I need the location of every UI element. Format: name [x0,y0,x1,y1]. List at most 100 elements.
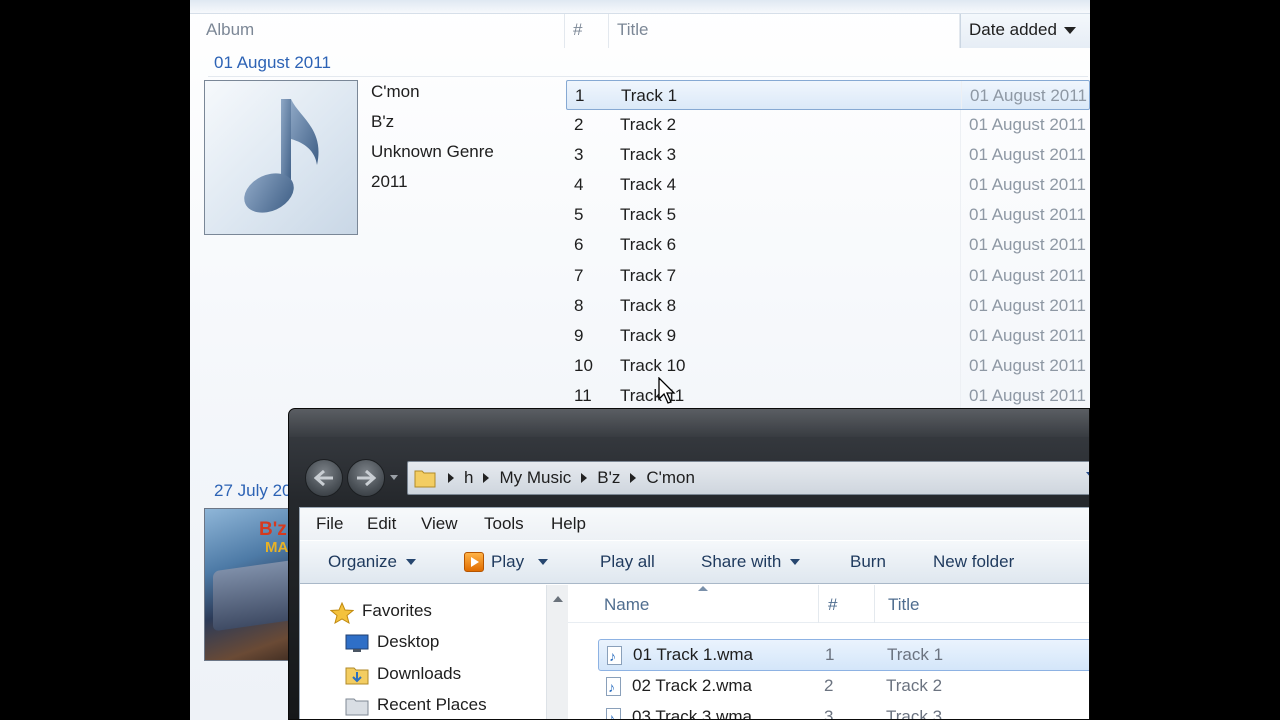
explorer-window: h My Music B'z C'mon File Edit View Tool… [288,408,1090,720]
nav-desktop[interactable]: Desktop [345,632,439,652]
menu-view[interactable]: View [421,514,458,534]
breadcrumb-separator[interactable] [581,473,588,483]
recent-places-icon [345,698,369,716]
track-row[interactable]: 6 Track 6 01 August 2011 [566,230,1090,261]
breadcrumb-artist[interactable]: B'z [597,468,620,488]
nav-favorites[interactable]: Favorites [330,601,432,624]
address-dropdown-icon[interactable] [1086,472,1089,478]
album-title[interactable]: C'mon [371,80,494,110]
sort-ascending-icon [698,586,708,591]
track-title: Track 1 [621,86,678,105]
track-number: 9 [574,325,584,345]
column-divider [960,320,961,351]
file-list: Name # Title 01 Track 1.wma 1 Track 1 02 Tr… [568,585,1089,720]
track-title: Track 4 [620,175,677,195]
track-number: 8 [574,295,584,315]
window-glass-highlight [289,409,1089,437]
track-date-added: 01 August 2011 [969,175,1086,195]
play-all-button[interactable]: Play all [600,552,655,572]
track-date-added: 01 August 2011 [969,145,1086,165]
track-row[interactable]: 2 Track 2 01 August 2011 [566,110,1090,141]
menu-edit[interactable]: Edit [367,514,396,534]
track-row[interactable]: 5 Track 5 01 August 2011 [566,200,1090,231]
address-bar[interactable]: h My Music B'z C'mon [407,461,1089,495]
library-column-header: Album # Title Date added [198,14,1090,48]
file-track-number: 3 [824,707,834,720]
burn-button[interactable]: Burn [850,552,886,572]
track-number: 2 [574,115,584,135]
file-row[interactable]: 03 Track 3.wma 3 Track 3 [598,702,1089,720]
menu-tools[interactable]: Tools [484,514,524,534]
track-title: Track 6 [620,235,677,255]
chevron-down-icon [538,559,549,565]
breadcrumb-album[interactable]: C'mon [646,468,695,488]
album-genre[interactable]: Unknown Genre [371,140,494,170]
forward-button[interactable] [347,459,385,497]
breadcrumb-separator[interactable] [483,473,490,483]
track-list: 1 Track 1 01 August 2011 2 Track 2 01 August … [566,80,1090,412]
column-divider [960,170,961,201]
column-album[interactable]: Album [198,14,565,48]
group-date-label: 27 July 20 [214,481,292,500]
track-row[interactable]: 7 Track 7 01 August 2011 [566,260,1090,291]
track-row[interactable]: 1 Track 1 01 August 2011 [566,80,1090,111]
column-divider[interactable] [874,585,875,623]
album-year[interactable]: 2011 [371,170,494,200]
recent-pages-dropdown[interactable] [390,475,398,480]
track-date-added: 01 August 2011 [969,385,1086,405]
column-date-added[interactable]: Date added [960,14,1090,48]
album-artist[interactable]: B'z [371,110,494,140]
track-number: 11 [574,385,592,405]
album-art[interactable] [204,80,358,235]
breadcrumb-h[interactable]: h [464,468,473,488]
column-divider[interactable] [818,585,819,623]
forward-arrow-icon [357,470,376,486]
nav-downloads[interactable]: Downloads [345,664,461,685]
track-row[interactable]: 11 Track 11 01 August 2011 [566,380,1090,412]
column-number[interactable]: # [828,595,837,615]
track-date-added: 01 August 2011 [969,325,1086,345]
nav-pane-scrollbar[interactable] [546,585,568,719]
back-button[interactable] [305,459,343,497]
play-button[interactable]: Play [464,552,549,572]
library-top-strip [190,0,1090,14]
column-divider [960,140,961,171]
file-title: Track 2 [886,675,943,695]
menu-bar: File Edit View Tools Help [300,508,1089,540]
track-row[interactable]: 8 Track 8 01 August 2011 [566,290,1090,321]
folder-icon [414,470,436,488]
explorer-content: File Edit View Tools Help Organize Play … [299,507,1089,720]
scroll-up-icon[interactable] [553,596,563,602]
column-title[interactable]: Title [609,14,960,48]
track-row[interactable]: 3 Track 3 01 August 2011 [566,140,1090,171]
track-row[interactable]: 9 Track 9 01 August 2011 [566,320,1090,351]
file-row[interactable]: 01 Track 1.wma 1 Track 1 [598,639,1089,671]
track-number: 5 [574,205,584,225]
nav-recent-places[interactable]: Recent Places [345,695,487,716]
track-title: Track 7 [620,265,677,285]
track-number: 3 [574,145,584,165]
track-row[interactable]: 4 Track 4 01 August 2011 [566,170,1090,201]
new-folder-button[interactable]: New folder [933,552,1014,572]
column-number[interactable]: # [565,14,609,48]
group-divider [208,76,1088,77]
audio-file-icon [607,641,622,671]
track-date-added: 01 August 2011 [969,235,1086,255]
breadcrumb-separator[interactable] [630,473,637,483]
column-name[interactable]: Name [604,595,649,615]
breadcrumb-my-music[interactable]: My Music [499,468,571,488]
menu-help[interactable]: Help [551,514,586,534]
album-art-logo: B'z [259,519,287,540]
star-icon [330,602,354,624]
desktop-icon [345,634,369,652]
track-row[interactable]: 10 Track 10 01 August 2011 [566,350,1090,381]
menu-file[interactable]: File [316,514,343,534]
track-number: 1 [575,86,585,105]
organize-button[interactable]: Organize [328,552,416,572]
column-divider [961,81,962,110]
file-row[interactable]: 02 Track 2.wma 2 Track 2 [598,671,1089,703]
share-with-button[interactable]: Share with [701,552,801,572]
breadcrumb-separator[interactable] [448,473,454,483]
track-title: Track 5 [620,205,677,225]
column-title[interactable]: Title [888,595,920,615]
